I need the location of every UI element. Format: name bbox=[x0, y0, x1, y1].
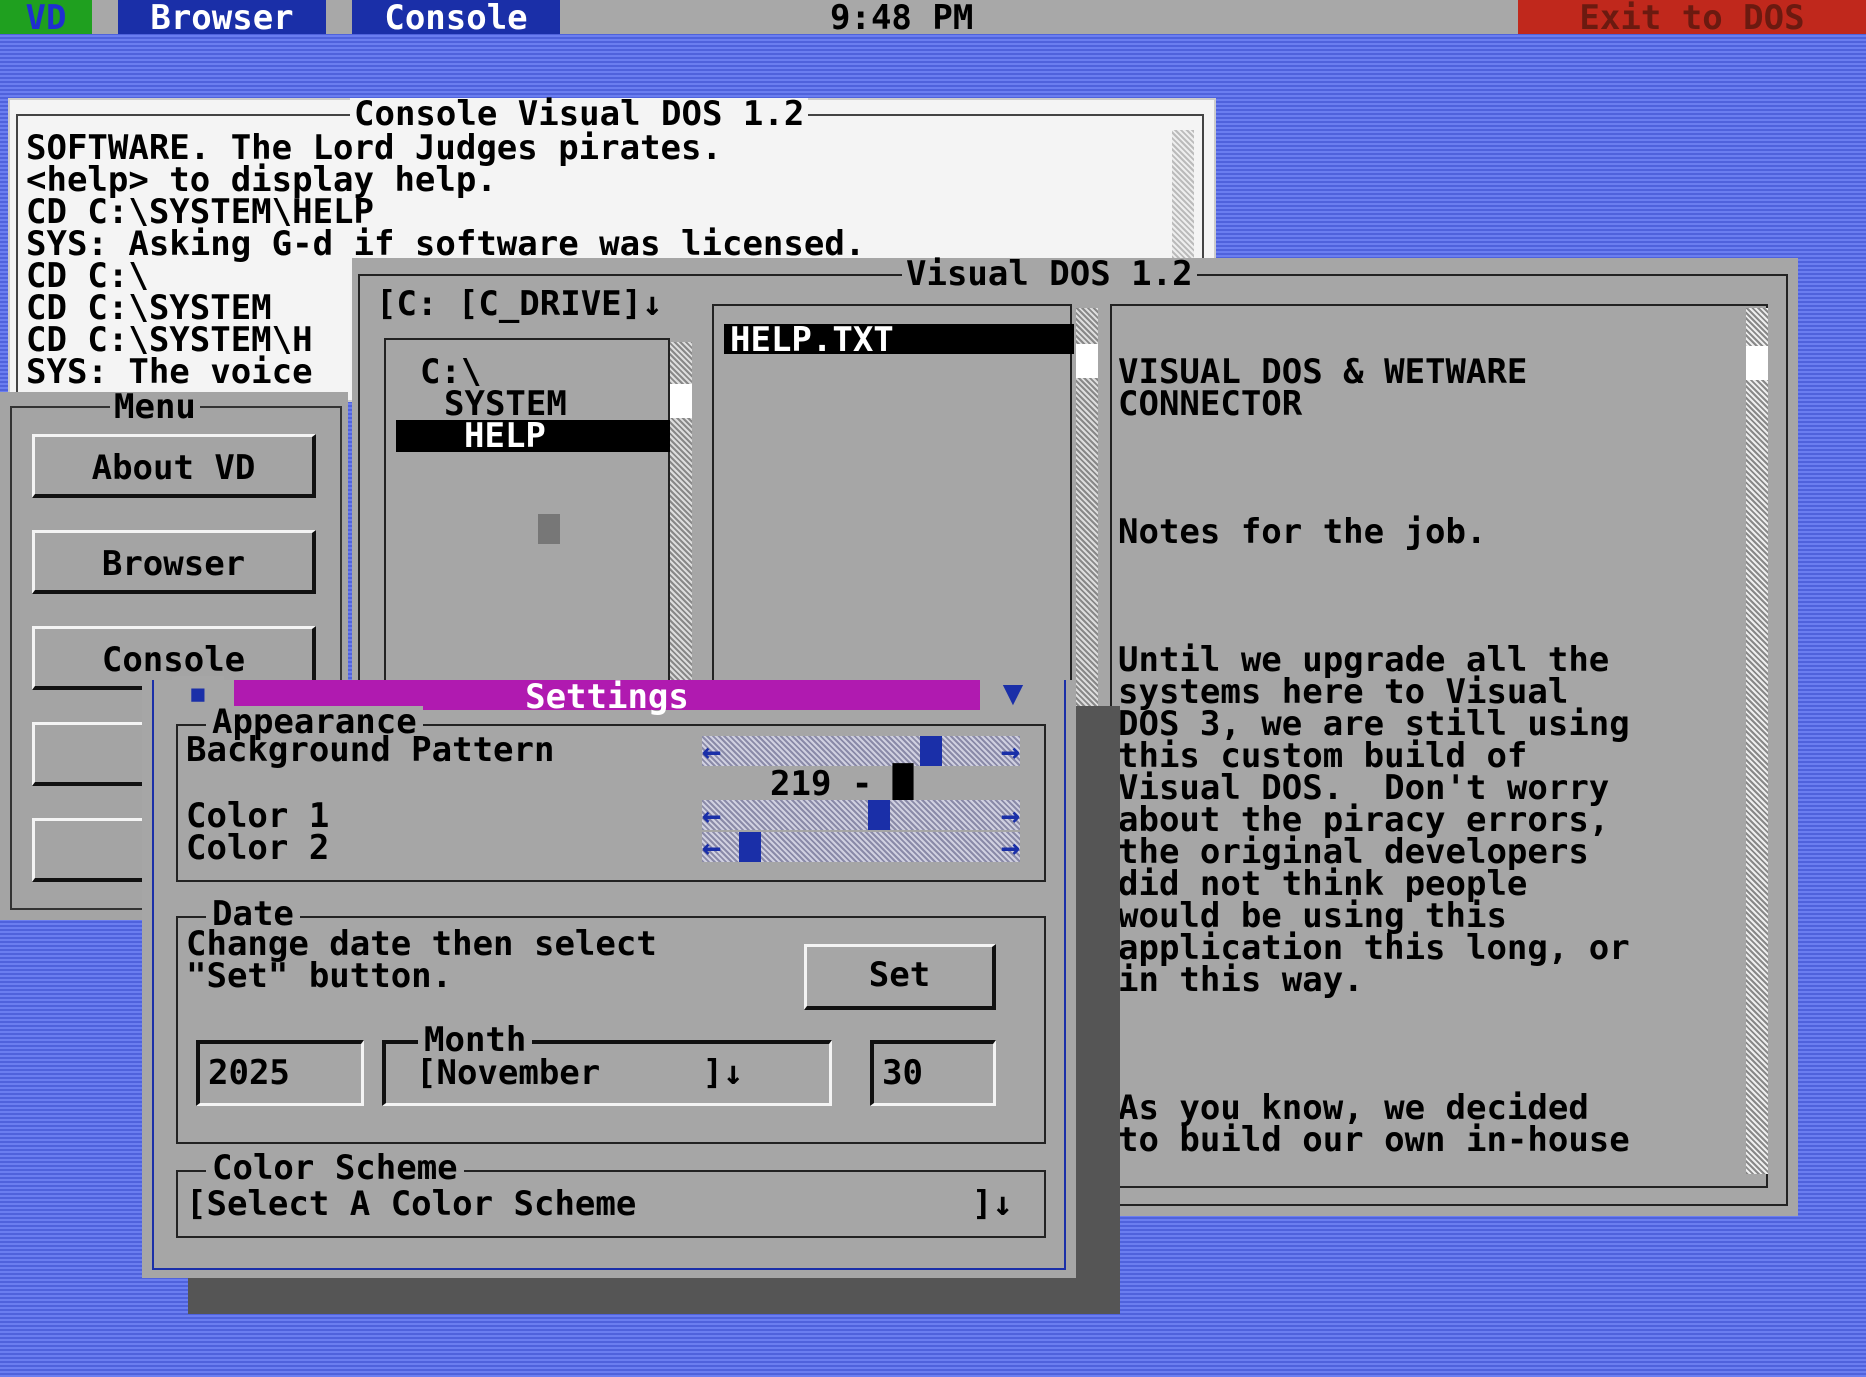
viewer-scroll-thumb[interactable] bbox=[1746, 346, 1768, 380]
background-pattern-value: 219 - █ bbox=[770, 764, 914, 804]
console-title: Console Visual DOS 1.2 bbox=[350, 97, 809, 131]
file-item-help-txt[interactable]: HELP.TXT bbox=[724, 323, 1074, 357]
viewer-line bbox=[1118, 1028, 1630, 1060]
background-pattern-label: Background Pattern bbox=[186, 730, 555, 770]
year-field[interactable]: 2025 bbox=[196, 1040, 364, 1106]
viewer-line: Notes for the job. bbox=[1118, 512, 1487, 552]
settings-minimize-button[interactable]: ▼ bbox=[984, 676, 1042, 710]
vd-menu-button[interactable]: VD bbox=[0, 0, 92, 36]
arrow-right-icon[interactable]: → bbox=[1001, 735, 1020, 767]
arrow-left-icon[interactable]: ← bbox=[702, 735, 721, 767]
slider-knob[interactable] bbox=[919, 736, 942, 766]
viewer-line: in this way. bbox=[1118, 960, 1364, 1000]
settings-dialog: ▪ Settings ▼ Appearance Background Patte… bbox=[142, 676, 1076, 1278]
file-viewer: VISUAL DOS & WETWARE CONNECTOR Notes for… bbox=[1110, 304, 1768, 1188]
color-2-label: Color 2 bbox=[186, 828, 330, 868]
dropdown-arrow-icon[interactable]: ]↓ bbox=[972, 1187, 1013, 1221]
arrow-right-icon[interactable]: → bbox=[1001, 831, 1020, 863]
color-scheme-group-title: Color Scheme bbox=[206, 1151, 464, 1185]
viewer-line bbox=[1118, 580, 1630, 612]
arrow-left-icon[interactable]: ← bbox=[702, 799, 721, 831]
viewer-line bbox=[1118, 996, 1630, 1028]
background-pattern-slider[interactable]: ← → bbox=[702, 735, 1020, 767]
slider-knob[interactable] bbox=[867, 800, 890, 830]
directory-scroll-thumb[interactable] bbox=[670, 384, 692, 418]
browser-button[interactable]: Browser bbox=[32, 530, 316, 594]
viewer-line bbox=[1118, 420, 1630, 452]
visual-dos-title: Visual DOS 1.2 bbox=[902, 257, 1197, 291]
color-scheme-dropdown[interactable]: [Select A Color Scheme bbox=[186, 1187, 636, 1221]
viewer-scrollbar[interactable] bbox=[1746, 308, 1768, 1174]
top-menu-bar: VD Browser Console 9:48 PM Exit to DOS bbox=[0, 0, 1866, 38]
arrow-left-icon[interactable]: ← bbox=[702, 831, 721, 863]
console-taskbar-button[interactable]: Console bbox=[352, 0, 560, 36]
dir-item-help[interactable]: HELP bbox=[396, 419, 676, 453]
browser-taskbar-button[interactable]: Browser bbox=[118, 0, 326, 36]
color-2-slider[interactable]: ← → bbox=[702, 831, 1020, 863]
arrow-right-icon[interactable]: → bbox=[1001, 799, 1020, 831]
file-list-scroll-thumb[interactable] bbox=[1076, 344, 1098, 378]
slider-knob[interactable] bbox=[738, 832, 761, 862]
about-vd-button[interactable]: About VD bbox=[32, 434, 316, 498]
dir-cursor bbox=[538, 514, 560, 544]
drive-dropdown[interactable]: [C: [C_DRIVE]↓ bbox=[376, 287, 663, 321]
color-1-slider[interactable]: ← → bbox=[702, 799, 1020, 831]
console-line: SYS: Asking G-d if software was licensed… bbox=[26, 224, 866, 264]
exit-to-dos-button[interactable]: Exit to DOS bbox=[1518, 0, 1866, 36]
clock: 9:48 PM bbox=[830, 0, 974, 38]
date-instructions: "Set" button. bbox=[186, 956, 453, 996]
menu-title: Menu bbox=[110, 390, 200, 424]
viewer-line bbox=[1118, 452, 1630, 484]
day-field[interactable]: 30 bbox=[870, 1040, 996, 1106]
viewer-line bbox=[1118, 548, 1630, 580]
set-date-button[interactable]: Set bbox=[804, 944, 996, 1010]
viewer-line: CONNECTOR bbox=[1118, 384, 1303, 424]
month-label: Month bbox=[418, 1023, 533, 1057]
viewer-line: to build our own in-house bbox=[1118, 1120, 1630, 1160]
settings-shadow bbox=[1076, 706, 1120, 1314]
